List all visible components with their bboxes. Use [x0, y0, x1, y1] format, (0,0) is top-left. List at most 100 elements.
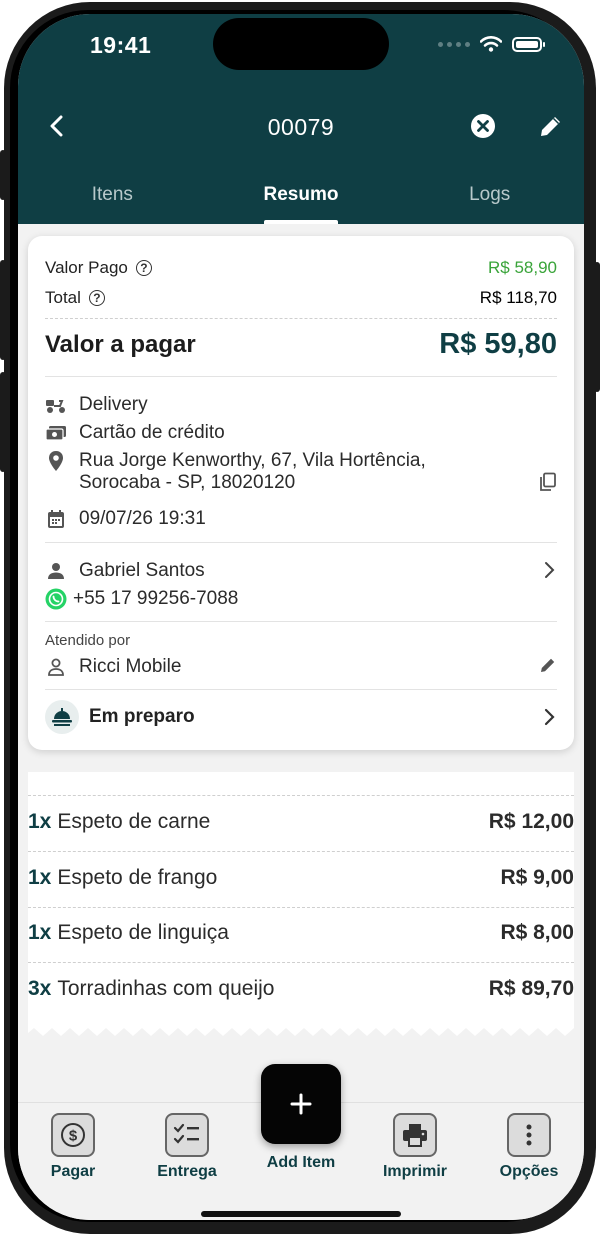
divider — [45, 689, 557, 690]
chevron-right-icon — [544, 708, 555, 726]
served-by-label: Atendido por — [45, 632, 131, 649]
add-item-label: Add Item — [266, 1154, 336, 1171]
tab-items[interactable]: Itens — [18, 174, 207, 224]
divider — [28, 795, 574, 796]
add-item-button[interactable] — [261, 1064, 341, 1144]
copy-icon[interactable] — [539, 472, 557, 492]
status-time: 19:41 — [90, 32, 152, 58]
item-name: Espeto de carne — [57, 810, 211, 833]
help-icon[interactable]: ? — [88, 290, 105, 306]
more-vertical-icon — [526, 1124, 532, 1146]
item-name: Espeto de frango — [57, 866, 218, 889]
item-qty: 1x — [28, 921, 52, 944]
tab-summary[interactable]: Resumo — [207, 174, 396, 224]
pay-icon-box: $ — [51, 1113, 95, 1157]
divider — [45, 318, 557, 319]
screen: 19:41 00079 Itens Resumo Logs Valor Pago… — [18, 14, 584, 1220]
home-indicator — [201, 1211, 401, 1217]
order-datetime: 09/07/26 19:31 — [79, 508, 206, 529]
item-name: Espeto de linguiça — [57, 921, 229, 944]
calendar-icon — [45, 508, 67, 530]
list-item: 1x Espeto de linguiça R$ 8,00 — [28, 921, 574, 945]
battery-icon — [512, 36, 545, 52]
served-by-row: Ricci Mobile — [45, 656, 557, 678]
location-pin-icon — [45, 450, 67, 472]
due-label: Valor a pagar — [45, 330, 196, 358]
total-label: Total — [45, 288, 81, 307]
item-price: R$ 8,00 — [500, 921, 574, 944]
receipt-torn-edge — [28, 1026, 574, 1036]
address-row: Rua Jorge Kenworthy, 67, Vila Hortência,… — [45, 450, 557, 494]
whatsapp-icon — [45, 588, 67, 610]
checklist-icon — [173, 1123, 199, 1144]
item-qty: 1x — [28, 810, 52, 833]
edit-attendant-icon[interactable] — [539, 656, 557, 674]
pay-button[interactable]: $ Pagar — [28, 1113, 118, 1181]
total-value: R$ 118,70 — [479, 288, 557, 307]
served-by: Ricci Mobile — [79, 656, 182, 677]
wifi-icon — [480, 36, 502, 52]
delivery-icon-box — [165, 1113, 209, 1157]
plus-icon — [290, 1093, 312, 1115]
app-header: 19:41 00079 Itens Resumo Logs — [18, 14, 584, 224]
paid-label-group: Valor Pago ? — [45, 258, 152, 278]
customer-name: Gabriel Santos — [79, 560, 205, 581]
person-icon — [45, 560, 67, 582]
item-price: R$ 89,70 — [488, 977, 574, 1000]
list-item: 3x Torradinhas com queijo R$ 89,70 — [28, 977, 574, 1001]
chevron-right-icon[interactable] — [543, 560, 557, 580]
print-button[interactable]: Imprimir — [370, 1113, 460, 1181]
delivery-label: Entrega — [157, 1163, 217, 1180]
total-row: Total ? R$ 118,70 — [45, 288, 557, 308]
item-qty: 3x — [28, 977, 52, 1000]
help-icon[interactable]: ? — [135, 260, 152, 276]
address-line1: Rua Jorge Kenworthy, 67, Vila Hortência, — [79, 450, 426, 471]
dynamic-island — [213, 18, 389, 70]
paid-label: Valor Pago — [45, 258, 128, 277]
order-number: 00079 — [267, 114, 335, 140]
customer-phone: +55 17 99256-7088 — [73, 588, 239, 609]
payment-method: Cartão de crédito — [79, 422, 225, 443]
total-label-group: Total ? — [45, 288, 105, 308]
list-item: 1x Espeto de carne R$ 12,00 — [28, 810, 574, 834]
due-value: R$ 59,80 — [439, 328, 557, 360]
options-icon-box — [507, 1113, 551, 1157]
paid-row: Valor Pago ? R$ 58,90 — [45, 258, 557, 278]
divider — [28, 962, 574, 963]
address: Rua Jorge Kenworthy, 67, Vila Hortência,… — [79, 450, 426, 494]
item-name: Torradinhas com queijo — [57, 977, 275, 1000]
signal-icon — [438, 41, 470, 47]
order-summary-card: Valor Pago ? R$ 58,90 Total ? R$ 118,70 … — [28, 236, 574, 750]
datetime-row: 09/07/26 19:31 — [45, 508, 557, 530]
order-status: Em preparo — [89, 706, 195, 727]
payment-row: Cartão de crédito — [45, 422, 557, 444]
divider — [45, 376, 557, 377]
item-price: R$ 12,00 — [488, 810, 574, 833]
customer-phone-row[interactable]: +55 17 99256-7088 — [45, 588, 557, 610]
tab-bar: Itens Resumo Logs — [18, 174, 584, 224]
delivery-row: Delivery — [45, 394, 557, 416]
item-qty: 1x — [28, 866, 52, 889]
divider — [45, 542, 557, 543]
printer-icon — [403, 1124, 427, 1147]
cash-icon — [45, 422, 67, 444]
svg-text:$: $ — [69, 1128, 78, 1145]
options-label: Opções — [499, 1163, 559, 1180]
options-button[interactable]: Opções — [484, 1113, 574, 1181]
address-line2: Sorocaba - SP, 18020120 — [79, 472, 296, 493]
item-price: R$ 9,00 — [500, 866, 574, 889]
print-icon-box — [393, 1113, 437, 1157]
order-status-row[interactable]: Em preparo — [45, 700, 557, 734]
delivery-scooter-icon — [45, 394, 67, 416]
customer-name-row[interactable]: Gabriel Santos — [45, 560, 557, 582]
paid-value: R$ 58,90 — [488, 258, 557, 277]
delivery-button[interactable]: Entrega — [142, 1113, 232, 1181]
pay-label: Pagar — [50, 1163, 96, 1180]
edit-icon[interactable] — [538, 113, 564, 139]
food-serving-icon — [45, 700, 79, 734]
tab-logs[interactable]: Logs — [395, 174, 584, 224]
print-label: Imprimir — [382, 1163, 447, 1180]
delivery-type: Delivery — [79, 394, 148, 415]
divider — [28, 851, 574, 852]
cancel-order-icon[interactable] — [470, 113, 496, 139]
